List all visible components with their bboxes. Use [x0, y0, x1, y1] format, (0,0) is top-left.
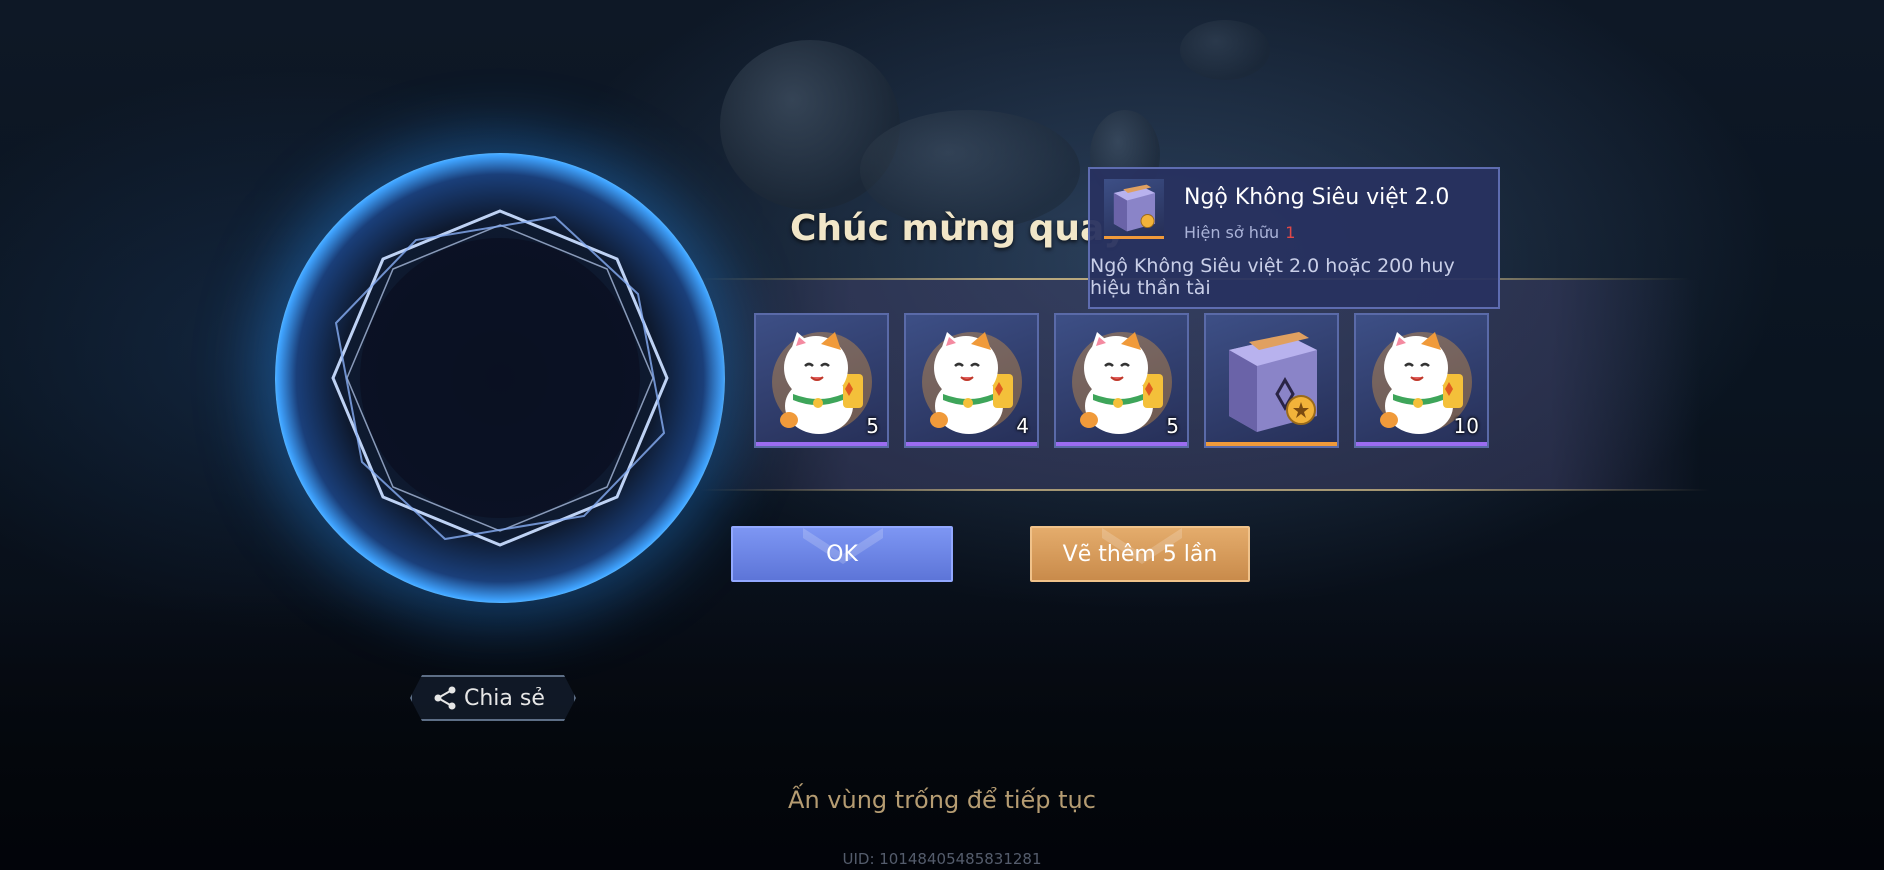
portal-rune-ring-icon — [331, 209, 669, 547]
tooltip-item-name: Ngộ Không Siêu việt 2.0 — [1184, 185, 1450, 210]
tooltip-owned: Hiện sở hữu 1 — [1184, 223, 1295, 242]
congratulations-title: Chúc mừng quay — [790, 208, 1127, 249]
background-ground — [0, 590, 1884, 870]
reward-item[interactable]: 5 — [1054, 313, 1189, 448]
tooltip-description: Ngộ Không Siêu việt 2.0 hoặc 200 huy hiệ… — [1090, 255, 1455, 299]
tooltip-owned-count: 1 — [1285, 223, 1296, 242]
lucky-cat-icon — [922, 332, 1022, 434]
reward-item[interactable] — [1204, 313, 1339, 448]
share-button[interactable]: Chia sẻ — [410, 675, 576, 721]
tap-to-continue-hint[interactable]: Ấn vùng trống để tiếp tục — [0, 786, 1884, 814]
reward-item[interactable]: 10 — [1354, 313, 1489, 448]
ok-button[interactable]: OK — [731, 526, 953, 582]
user-id: UID: 10148405485831281 — [842, 850, 1042, 868]
panel-divider-bottom — [700, 489, 1710, 491]
reward-list: 5 4 5 10 — [754, 313, 1489, 448]
share-label: Chia sẻ — [464, 685, 545, 711]
reward-count: 5 — [866, 414, 879, 438]
summon-portal — [275, 153, 725, 603]
tooltip-item-thumbnail — [1104, 179, 1164, 239]
reward-item[interactable]: 5 — [754, 313, 889, 448]
background-rock — [1180, 20, 1270, 80]
reward-count: 5 — [1166, 414, 1179, 438]
tooltip-owned-label: Hiện sở hữu — [1184, 223, 1280, 242]
draw-five-more-button[interactable]: Vẽ thêm 5 lần — [1030, 526, 1250, 582]
lucky-cat-icon — [1072, 332, 1172, 434]
skin-box-icon — [1113, 184, 1156, 232]
reward-item[interactable]: 4 — [904, 313, 1039, 448]
item-tooltip: Ngộ Không Siêu việt 2.0 Hiện sở hữu 1 Ngộ… — [1088, 167, 1500, 309]
reward-count: 4 — [1016, 414, 1029, 438]
chevron-decor-icon — [1102, 528, 1182, 564]
skin-box-icon — [1229, 332, 1317, 432]
lucky-cat-icon — [772, 332, 872, 434]
chevron-decor-icon — [803, 528, 883, 564]
share-icon — [432, 685, 458, 711]
reward-count: 10 — [1453, 414, 1479, 438]
